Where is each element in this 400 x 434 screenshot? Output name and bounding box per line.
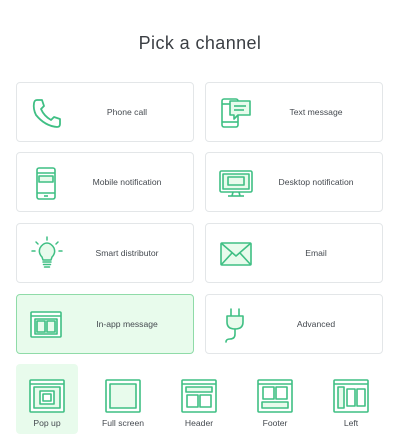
layout-option-header[interactable]: Header	[168, 364, 230, 434]
layout-label: Pop up	[33, 418, 61, 428]
layout-option-footer[interactable]: Footer	[244, 364, 306, 434]
phone-icon	[27, 93, 67, 133]
layout-label: Left	[343, 418, 359, 428]
channel-label: Phone call	[106, 107, 148, 117]
in-app-icon	[27, 305, 67, 345]
layout-label: Full screen	[101, 418, 145, 428]
channel-card-advanced[interactable]: Advanced	[205, 294, 383, 354]
envelope-icon	[216, 234, 256, 274]
plug-icon	[216, 305, 256, 345]
page-title: Pick a channel	[138, 33, 262, 53]
fullscreen-layout-icon	[104, 378, 142, 414]
lightbulb-icon	[27, 234, 67, 274]
channel-label: Text message	[289, 107, 343, 117]
channel-label: Mobile notification	[92, 177, 162, 187]
channel-card-smart-distributor[interactable]: Smart distributor	[16, 223, 194, 283]
layout-label: Footer	[262, 418, 288, 428]
channel-card-in-app-message[interactable]: In-app message	[16, 294, 194, 354]
text-message-icon	[216, 93, 256, 133]
footer-layout-icon	[256, 378, 294, 414]
channel-card-mobile-notification[interactable]: Mobile notification	[16, 152, 194, 212]
layout-option-left[interactable]: Left	[320, 364, 382, 434]
channel-label: Advanced	[296, 319, 336, 329]
channel-card-email[interactable]: Email	[205, 223, 383, 283]
left-layout-icon	[332, 378, 370, 414]
channel-card-text-message[interactable]: Text message	[205, 82, 383, 142]
channel-card-phone-call[interactable]: Phone call	[16, 82, 194, 142]
layout-label: Header	[184, 418, 214, 428]
channel-label: In-app message	[96, 319, 158, 329]
popup-layout-icon	[28, 378, 66, 414]
layout-option-pop-up[interactable]: Pop up	[16, 364, 78, 434]
layout-option-full-screen[interactable]: Full screen	[92, 364, 154, 434]
channel-card-desktop-notification[interactable]: Desktop notification	[205, 152, 383, 212]
channel-label: Desktop notification	[278, 177, 354, 187]
channel-label: Email	[305, 248, 327, 258]
desktop-icon	[216, 163, 256, 203]
header-layout-icon	[180, 378, 218, 414]
mobile-icon	[27, 163, 67, 203]
channel-label: Smart distributor	[95, 248, 159, 258]
